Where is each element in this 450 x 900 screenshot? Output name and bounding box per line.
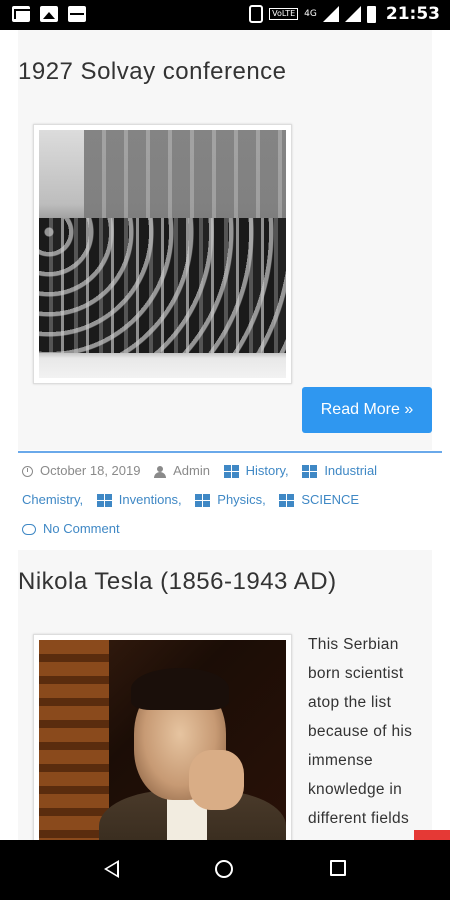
scroll-to-top-tab[interactable] — [414, 830, 450, 840]
system-icons: VoLTE 4G 21:53 — [249, 4, 440, 24]
notification-icons — [12, 6, 86, 22]
mail-icon — [12, 6, 30, 22]
hair-graphic — [131, 668, 229, 710]
post-title[interactable]: 1927 Solvay conference — [18, 58, 287, 86]
category-icon — [96, 494, 112, 508]
clock-icon — [22, 466, 33, 478]
tesla-photo[interactable] — [39, 640, 286, 840]
excerpt-line: different fields — [308, 810, 410, 827]
signal-icon — [344, 6, 361, 22]
post-card: Nikola Tesla (1856-1943 AD) This Serbian… — [18, 550, 432, 840]
image-icon — [40, 6, 58, 22]
post-author[interactable]: Admin — [173, 463, 210, 478]
excerpt-line: This Serbian — [308, 636, 399, 653]
excerpt-line: immense — [308, 752, 373, 769]
category-link-physics[interactable]: Physics, — [217, 492, 265, 507]
category-icon — [302, 465, 318, 479]
post-meta: October 18, 2019 Admin History, Industri… — [22, 456, 442, 543]
network-type: 4G — [304, 9, 317, 19]
post-excerpt: This Serbian born scientist atop the lis… — [308, 630, 433, 833]
comment-icon — [22, 524, 36, 536]
post-card: 1927 Solvay conference Read More » — [18, 30, 432, 450]
category-icon — [195, 494, 211, 508]
recent-apps-icon[interactable] — [330, 860, 346, 876]
excerpt-line: because of his — [308, 723, 413, 740]
hand-graphic — [189, 750, 244, 810]
signal-icon — [322, 6, 339, 22]
post-thumbnail[interactable] — [33, 124, 292, 384]
crowd-graphic — [39, 218, 286, 353]
status-bar: VoLTE 4G 21:53 — [0, 0, 450, 30]
building-graphic — [84, 130, 286, 225]
volte-badge: VoLTE — [269, 8, 299, 20]
comments-link[interactable]: No Comment — [43, 521, 120, 536]
excerpt-line: knowledge in — [308, 781, 403, 798]
page-content[interactable]: 1927 Solvay conference Read More » Octob… — [0, 30, 450, 840]
category-link-history[interactable]: History, — [246, 463, 289, 478]
pulse-icon — [68, 6, 86, 22]
clock-time: 21:53 — [385, 4, 440, 24]
vibrate-icon — [249, 5, 264, 23]
back-icon[interactable] — [104, 860, 119, 878]
post-thumbnail[interactable] — [33, 634, 292, 840]
home-icon[interactable] — [215, 860, 233, 878]
read-more-button[interactable]: Read More » — [302, 387, 432, 433]
divider — [18, 451, 442, 453]
battery-icon — [366, 5, 376, 23]
solvay-photo[interactable] — [39, 130, 286, 378]
excerpt-line: born scientist — [308, 665, 404, 682]
navigation-bar — [0, 840, 450, 900]
post-title[interactable]: Nikola Tesla (1856-1943 AD) — [18, 568, 337, 596]
excerpt-line: atop the list — [308, 694, 392, 711]
category-icon — [279, 494, 295, 508]
category-link-inventions[interactable]: Inventions, — [119, 492, 182, 507]
category-icon — [223, 465, 239, 479]
user-icon — [154, 465, 167, 478]
category-link-science[interactable]: SCIENCE — [301, 492, 359, 507]
post-date: October 18, 2019 — [40, 463, 141, 478]
chair-graphic — [39, 640, 109, 840]
